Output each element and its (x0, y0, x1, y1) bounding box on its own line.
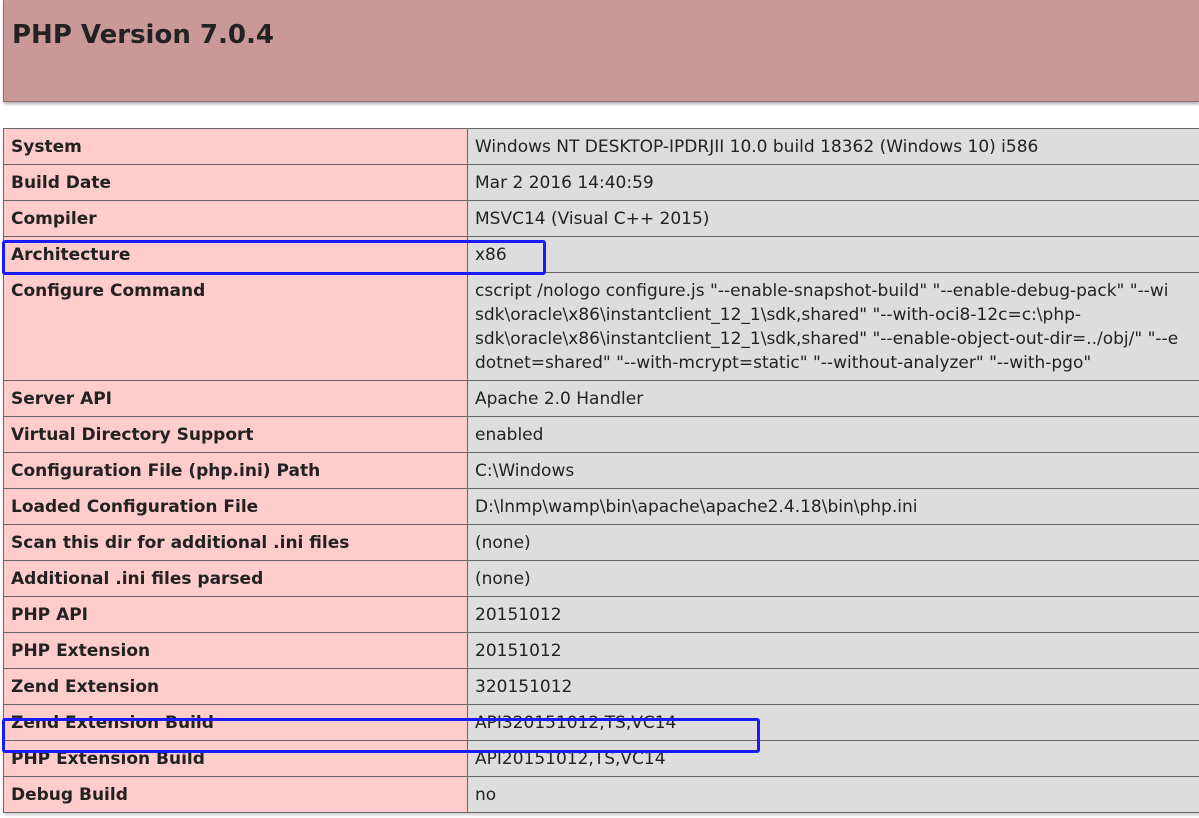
row-value: Apache 2.0 Handler (467, 380, 1199, 417)
row-value: 20151012 (467, 596, 1199, 633)
table-row: System Windows NT DESKTOP-IPDRJII 10.0 b… (3, 128, 1199, 165)
row-value: x86 (467, 236, 1199, 273)
row-key: System (3, 128, 468, 165)
table-row: Loaded Configuration File D:\lnmp\wamp\b… (3, 488, 1199, 525)
row-value: (none) (467, 524, 1199, 561)
configure-line: dotnet=shared" "--with-mcrypt=static" "-… (475, 353, 1092, 373)
row-key: Virtual Directory Support (3, 416, 468, 453)
row-key: PHP Extension Build (3, 740, 468, 777)
row-value: MSVC14 (Visual C++ 2015) (467, 200, 1199, 237)
row-value: Mar 2 2016 14:40:59 (467, 164, 1199, 201)
php-info-table: System Windows NT DESKTOP-IPDRJII 10.0 b… (3, 128, 1199, 813)
row-key: Build Date (3, 164, 468, 201)
table-row: Configuration File (php.ini) Path C:\Win… (3, 452, 1199, 489)
row-value: 20151012 (467, 632, 1199, 669)
table-row: Debug Build no (3, 776, 1199, 813)
row-key: PHP Extension (3, 632, 468, 669)
row-value: API20151012,TS,VC14 (467, 740, 1199, 777)
row-key: Scan this dir for additional .ini files (3, 524, 468, 561)
table-row: PHP Extension 20151012 (3, 632, 1199, 669)
table-row: Zend Extension 320151012 (3, 668, 1199, 705)
row-key: PHP API (3, 596, 468, 633)
table-row: Build Date Mar 2 2016 14:40:59 (3, 164, 1199, 201)
row-value: no (467, 776, 1199, 813)
row-key: Architecture (3, 236, 468, 273)
table-row: Scan this dir for additional .ini files … (3, 524, 1199, 561)
row-key: Loaded Configuration File (3, 488, 468, 525)
row-key: Server API (3, 380, 468, 417)
row-value: Windows NT DESKTOP-IPDRJII 10.0 build 18… (467, 128, 1199, 165)
table-row: Compiler MSVC14 (Visual C++ 2015) (3, 200, 1199, 237)
page-header: PHP Version 7.0.4 (3, 0, 1199, 102)
configure-line: sdk\oracle\x86\instantclient_12_1\sdk,sh… (475, 305, 1082, 325)
configure-line: cscript /nologo configure.js "--enable-s… (475, 281, 1169, 301)
table-row: Virtual Directory Support enabled (3, 416, 1199, 453)
row-value: D:\lnmp\wamp\bin\apache\apache2.4.18\bin… (467, 488, 1199, 525)
row-value: enabled (467, 416, 1199, 453)
table-row-architecture: Architecture x86 (3, 236, 1199, 273)
row-value-configure-command: cscript /nologo configure.js "--enable-s… (467, 272, 1199, 381)
page-title: PHP Version 7.0.4 (12, 20, 274, 50)
row-value: 320151012 (467, 668, 1199, 705)
table-row-configure-command: Configure Command cscript /nologo config… (3, 272, 1199, 381)
row-key: Configuration File (php.ini) Path (3, 452, 468, 489)
row-key: Compiler (3, 200, 468, 237)
row-value: API320151012,TS,VC14 (467, 704, 1199, 741)
table-row: PHP Extension Build API20151012,TS,VC14 (3, 740, 1199, 777)
row-key: Zend Extension (3, 668, 468, 705)
table-row: Additional .ini files parsed (none) (3, 560, 1199, 597)
row-key: Zend Extension Build (3, 704, 468, 741)
row-value: C:\Windows (467, 452, 1199, 489)
table-row: PHP API 20151012 (3, 596, 1199, 633)
row-key: Additional .ini files parsed (3, 560, 468, 597)
configure-line: sdk\oracle\x86\instantclient_12_1\sdk,sh… (475, 329, 1179, 349)
table-row: Server API Apache 2.0 Handler (3, 380, 1199, 417)
row-key: Debug Build (3, 776, 468, 813)
row-key: Configure Command (3, 272, 468, 381)
row-value: (none) (467, 560, 1199, 597)
table-row-zend-extension-build: Zend Extension Build API320151012,TS,VC1… (3, 704, 1199, 741)
